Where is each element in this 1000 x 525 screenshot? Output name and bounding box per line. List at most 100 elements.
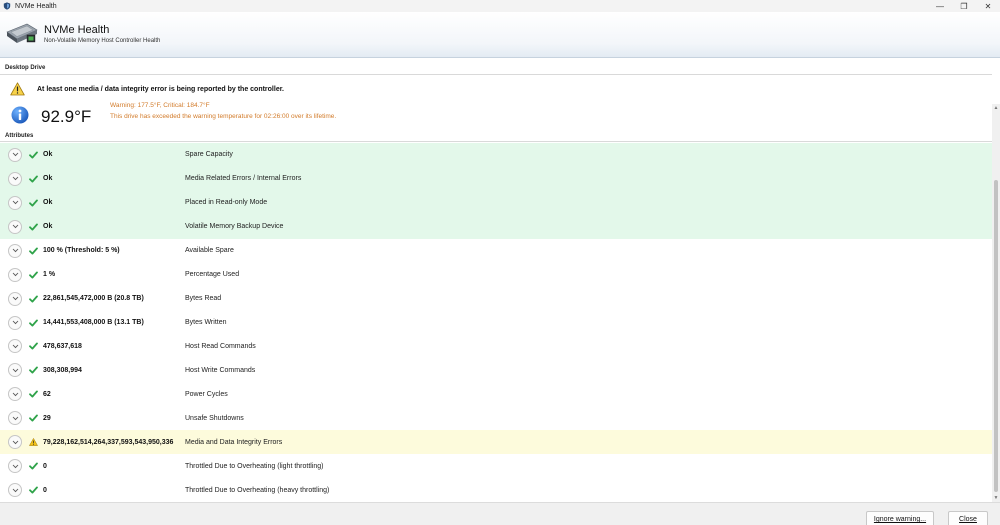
ok-status xyxy=(28,365,38,375)
expand-chevron-button[interactable] xyxy=(8,387,22,402)
attribute-value: 22,861,545,472,000 B (20.8 TB) xyxy=(43,295,144,303)
vertical-scrollbar[interactable]: ▲ ▼ xyxy=(992,104,1000,502)
attribute-value: 62 xyxy=(43,390,51,398)
expand-chevron-button[interactable] xyxy=(8,195,22,210)
ssd-drive-icon xyxy=(6,23,38,43)
ok-status xyxy=(28,174,38,184)
ok-status xyxy=(28,461,38,471)
warning-status xyxy=(28,437,38,447)
window-title: NVMe Health xyxy=(15,2,57,10)
close-label: Close xyxy=(959,516,977,523)
check-icon xyxy=(28,390,38,398)
ok-status xyxy=(28,150,38,160)
expand-chevron-button[interactable] xyxy=(8,483,22,498)
temperature-thresholds: Warning: 177.5°F, Critical: 184.7°F xyxy=(110,102,210,109)
chevron-down-icon xyxy=(12,344,18,349)
check-icon xyxy=(28,271,38,279)
attribute-name: Bytes Written xyxy=(185,319,227,327)
drive-section-title: Desktop Drive xyxy=(5,65,46,71)
integrity-warning: At least one media / data integrity erro… xyxy=(10,82,284,96)
check-icon xyxy=(28,319,38,327)
expand-chevron-button[interactable] xyxy=(8,435,22,450)
app-header: NVMe Health Non-Volatile Memory Host Con… xyxy=(0,12,1000,58)
attribute-row: 0 Throttled Due to Overheating (heavy th… xyxy=(0,478,992,502)
attribute-row: Ok Spare Capacity xyxy=(0,143,992,167)
attribute-name: Spare Capacity xyxy=(185,151,233,159)
check-icon xyxy=(28,151,38,159)
ok-status xyxy=(28,413,38,423)
ok-status xyxy=(28,341,38,351)
ok-status xyxy=(28,222,38,232)
chevron-down-icon xyxy=(12,248,18,253)
chevron-down-icon xyxy=(12,320,18,325)
chevron-down-icon xyxy=(12,440,18,444)
chevron-down-icon xyxy=(12,272,18,277)
check-icon xyxy=(28,199,38,207)
attribute-value: Ok xyxy=(43,151,53,159)
expand-chevron-button[interactable] xyxy=(8,459,22,474)
ok-status xyxy=(28,246,38,256)
footer-bar: Ignore warning... Close xyxy=(0,502,1000,525)
attribute-name: Media and Data Integrity Errors xyxy=(185,438,283,446)
attribute-row: 308,308,994 Host Write Commands xyxy=(0,358,992,382)
expand-chevron-button[interactable] xyxy=(8,363,22,378)
attribute-row: 0 Throttled Due to Overheating (light th… xyxy=(0,454,992,478)
section-divider xyxy=(0,74,992,75)
attribute-value: 0 xyxy=(43,462,47,470)
attributes-list: Ok Spare Capacity Ok Media Related Error… xyxy=(0,143,992,502)
attribute-name: Volatile Memory Backup Device xyxy=(185,223,284,231)
minimize-button[interactable]: — xyxy=(928,0,952,12)
attribute-name: Unsafe Shutdowns xyxy=(185,414,244,422)
check-icon xyxy=(28,342,38,350)
check-icon xyxy=(28,414,38,422)
scrollbar-thumb[interactable] xyxy=(994,180,998,492)
close-button[interactable]: Close xyxy=(948,511,988,525)
attribute-name: Throttled Due to Overheating (light thro… xyxy=(185,462,324,470)
attribute-row: Ok Volatile Memory Backup Device xyxy=(0,214,992,239)
chevron-down-icon xyxy=(12,368,18,373)
temperature-message: This drive has exceeded the warning temp… xyxy=(110,113,337,120)
close-window-button[interactable]: ✕ xyxy=(976,0,1000,12)
maximize-button[interactable]: ❐ xyxy=(952,0,976,12)
expand-chevron-button[interactable] xyxy=(8,219,22,234)
attribute-row: 62 Power Cycles xyxy=(0,382,992,406)
info-icon xyxy=(11,106,29,124)
expand-chevron-button[interactable] xyxy=(8,315,22,330)
attribute-value: 1 % xyxy=(43,271,56,279)
expand-chevron-button[interactable] xyxy=(8,411,22,426)
header-title: NVMe Health xyxy=(44,24,110,36)
attribute-name: Placed in Read-only Mode xyxy=(185,199,268,207)
expand-chevron-button[interactable] xyxy=(8,339,22,354)
chevron-down-icon xyxy=(12,177,18,181)
expand-chevron-button[interactable] xyxy=(8,267,22,282)
chevron-down-icon xyxy=(12,464,18,468)
check-icon xyxy=(28,295,38,303)
attribute-value: Ok xyxy=(43,175,53,183)
attribute-name: Bytes Read xyxy=(185,295,222,303)
expand-chevron-button[interactable] xyxy=(8,147,22,162)
chevron-down-icon xyxy=(12,201,18,205)
scroll-down-arrow[interactable]: ▼ xyxy=(992,494,1000,502)
attribute-name: Media Related Errors / Internal Errors xyxy=(185,175,302,183)
expand-chevron-button[interactable] xyxy=(8,291,22,306)
check-icon xyxy=(28,366,38,374)
attribute-value: 29 xyxy=(43,414,51,422)
ok-status xyxy=(28,389,38,399)
chevron-down-icon xyxy=(12,392,18,397)
attributes-section-title: Attributes xyxy=(5,133,34,139)
chevron-down-icon xyxy=(12,296,18,301)
check-icon xyxy=(28,486,38,494)
ignore-warning-button[interactable]: Ignore warning... xyxy=(866,511,934,525)
attribute-value: 478,637,618 xyxy=(43,342,82,350)
scroll-up-arrow[interactable]: ▲ xyxy=(992,104,1000,112)
check-icon xyxy=(28,223,38,231)
chevron-down-icon xyxy=(12,224,18,229)
attribute-value: Ok xyxy=(43,199,53,207)
temperature-value: 92.9°F xyxy=(41,107,92,126)
expand-chevron-button[interactable] xyxy=(8,171,22,186)
warning-icon xyxy=(10,82,25,96)
chevron-down-icon xyxy=(12,153,18,157)
check-icon xyxy=(28,175,38,183)
chevron-down-icon xyxy=(12,488,18,492)
expand-chevron-button[interactable] xyxy=(8,243,22,258)
